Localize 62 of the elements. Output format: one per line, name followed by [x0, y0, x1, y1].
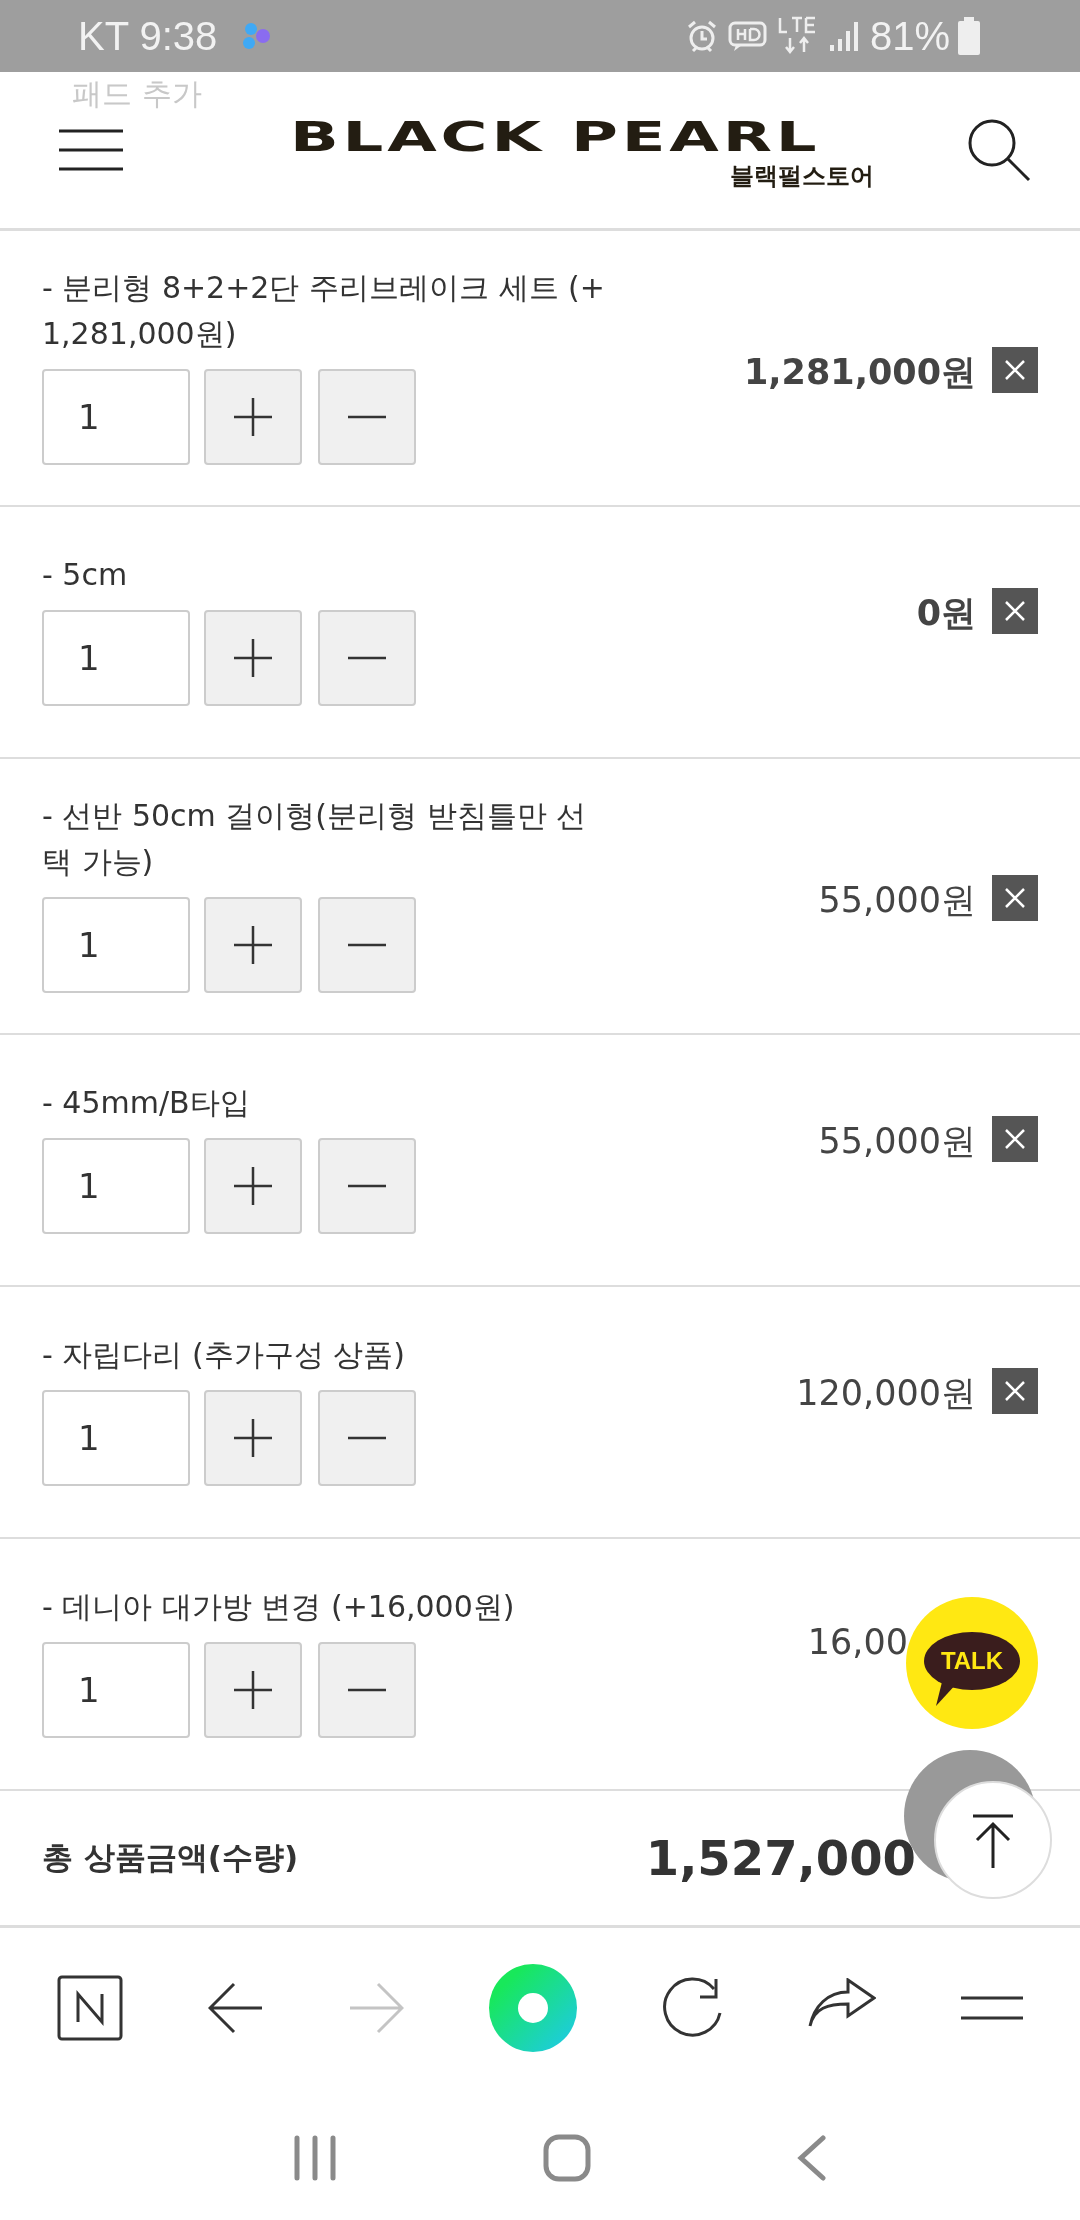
total-amount: 1,527,000 [645, 1830, 916, 1886]
refresh-icon[interactable] [661, 1977, 724, 2039]
remove-button[interactable] [992, 875, 1038, 921]
plus-icon [233, 925, 273, 965]
remove-button[interactable] [992, 1368, 1038, 1414]
plus-icon [233, 397, 273, 437]
option-name: - 5cm [42, 556, 129, 594]
back-icon[interactable] [207, 1982, 264, 2034]
close-icon [1004, 600, 1026, 622]
search-icon[interactable] [966, 117, 1032, 183]
remove-button[interactable] [992, 1116, 1038, 1162]
talk-label: TALK [939, 1646, 1005, 1676]
option-price: 0원 [916, 592, 976, 635]
option-price: 55,000원 [818, 1120, 976, 1163]
close-icon [1004, 1380, 1026, 1402]
minus-icon [347, 656, 387, 660]
quantity-field[interactable]: 1 [42, 1390, 190, 1486]
option-price: 55,000원 [818, 879, 976, 922]
remove-button[interactable] [992, 588, 1038, 634]
option-price: 16,00 [807, 1622, 908, 1662]
quantity-field[interactable]: 1 [42, 1138, 190, 1234]
battery-percent: 81% [869, 13, 950, 59]
close-icon [1004, 1128, 1026, 1150]
logo-text: BLACK PEARL [290, 116, 821, 158]
option-price: 120,000원 [796, 1372, 976, 1415]
quantity-field[interactable]: 1 [42, 1642, 190, 1738]
close-icon [1004, 359, 1026, 381]
speech-bubble-icon [924, 1632, 1020, 1706]
minus-icon [347, 1688, 387, 1692]
hd-call-icon [727, 19, 768, 53]
option-name: - 자립다리 (추가구성 상품) [42, 1336, 406, 1374]
option-name: - 데니아 대가방 변경 (+16,000원) [42, 1588, 516, 1626]
plus-icon [233, 638, 273, 678]
recent-apps-icon[interactable] [293, 2135, 337, 2181]
minus-icon [347, 1436, 387, 1440]
plus-icon [233, 1418, 273, 1458]
n-square-icon[interactable] [57, 1975, 123, 2041]
minus-icon [347, 943, 387, 947]
carrier-time: KT 9:38 [78, 13, 218, 59]
remove-button[interactable] [992, 347, 1038, 393]
logo-subtitle: 블랙펄스토어 [730, 163, 874, 189]
quantity-field[interactable]: 1 [42, 610, 190, 706]
close-icon [1004, 887, 1026, 909]
option-name: - 선반 50cm 걸이형(분리형 받침틀만 선택 가능) [42, 797, 588, 881]
talk-button[interactable]: TALK [906, 1597, 1038, 1729]
option-name: - 분리형 8+2+2단 주리브레이크 세트 (+ 1,281,000원) [42, 269, 606, 353]
battery-icon [958, 17, 980, 55]
plus-icon [233, 1166, 273, 1206]
option-price: 1,281,000원 [743, 351, 976, 394]
quantity-field[interactable]: 1 [42, 369, 190, 465]
plus-icon [233, 1670, 273, 1710]
logo[interactable]: BLACK PEARL 블랙펄스토어 [145, 111, 966, 189]
quantity-field[interactable]: 1 [42, 897, 190, 993]
menu-icon[interactable] [57, 128, 125, 172]
minus-icon [347, 415, 387, 419]
minus-icon [347, 1184, 387, 1188]
option-name: - 45mm/B타입 [42, 1084, 251, 1122]
ring-icon[interactable] [488, 1964, 577, 2052]
total-label: 총 상품금액(수량) [42, 1838, 299, 1877]
forward-icon[interactable] [348, 1982, 405, 2034]
menu-icon[interactable] [960, 1996, 1023, 2020]
home-icon[interactable] [543, 2134, 591, 2182]
